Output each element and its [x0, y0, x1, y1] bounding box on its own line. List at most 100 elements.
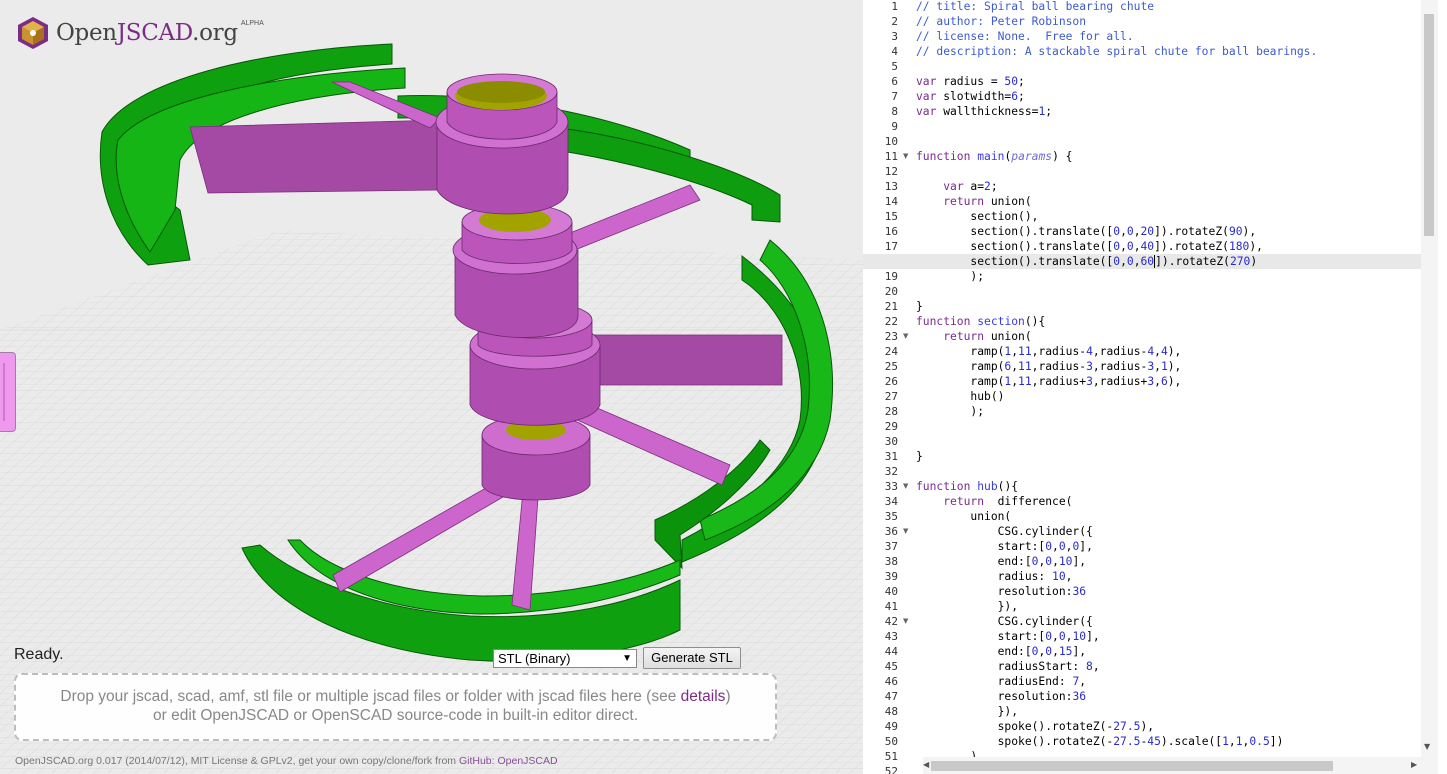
code-line[interactable]: end:[0,0,10], — [916, 554, 1421, 569]
code-line[interactable]: var wallthickness=1; — [916, 104, 1421, 119]
code-line[interactable]: // license: None. Free for all. — [916, 29, 1421, 44]
code-line[interactable]: radius: 10, — [916, 569, 1421, 584]
code-line[interactable] — [916, 164, 1421, 179]
code-line[interactable]: ); — [916, 404, 1421, 419]
code-line[interactable]: return union( — [916, 329, 1421, 344]
code-line[interactable]: section().translate([0,0,60]).rotateZ(27… — [863, 254, 1447, 269]
code-area[interactable]: // title: Spiral ball bearing chute// au… — [863, 0, 1447, 774]
code-editor[interactable]: 1234567891011▼121314151617181920212223▼2… — [863, 0, 1447, 774]
code-line[interactable]: resolution:36 — [916, 584, 1421, 599]
code-line[interactable]: start:[0,0,0], — [916, 539, 1421, 554]
code-line[interactable] — [916, 434, 1421, 449]
line-number: 7 — [891, 90, 898, 103]
code-line[interactable]: ramp(1,11,radius-4,radius-4,4), — [916, 344, 1421, 359]
fold-toggle-icon[interactable]: ▼ — [903, 329, 908, 344]
line-number: 41 — [884, 600, 898, 613]
vertical-scrollbar[interactable]: ▼ — [1421, 0, 1438, 774]
scroll-thumb-horizontal[interactable] — [931, 761, 1333, 771]
line-number: 14 — [884, 195, 898, 208]
code-line[interactable]: // description: A stackable spiral chute… — [916, 44, 1421, 59]
line-number: 24 — [884, 345, 898, 358]
generate-stl-button[interactable]: Generate STL — [643, 647, 741, 669]
line-number: 12 — [884, 165, 898, 178]
code-line[interactable]: ramp(6,11,radius-3,radius-3,1), — [916, 359, 1421, 374]
code-line[interactable]: radiusEnd: 7, — [916, 674, 1421, 689]
fold-toggle-icon[interactable]: ▼ — [903, 614, 908, 629]
line-number: 8 — [891, 105, 898, 118]
line-number: 22 — [884, 315, 898, 328]
status-text: Ready. — [14, 646, 64, 663]
code-line[interactable]: // author: Peter Robinson — [916, 14, 1421, 29]
code-line[interactable]: CSG.cylinder({ — [916, 524, 1421, 539]
line-number: 25 — [884, 360, 898, 373]
code-line[interactable]: hub() — [916, 389, 1421, 404]
code-line[interactable] — [916, 464, 1421, 479]
line-number: 35 — [884, 510, 898, 523]
logo-cube-icon — [18, 17, 48, 49]
line-number: 43 — [884, 630, 898, 643]
code-line[interactable]: end:[0,0,15], — [916, 644, 1421, 659]
fold-toggle-icon[interactable]: ▼ — [903, 479, 908, 494]
3d-viewport[interactable]: OpenJSCAD.org ALPHA Ready. STL (Binary) … — [0, 0, 863, 774]
code-line[interactable]: section().translate([0,0,40]).rotateZ(18… — [916, 239, 1421, 254]
code-line[interactable]: radiusStart: 8, — [916, 659, 1421, 674]
line-number: 40 — [884, 585, 898, 598]
line-number: 20 — [884, 285, 898, 298]
line-number: 51 — [884, 750, 898, 763]
line-number: 31 — [884, 450, 898, 463]
line-number: 9 — [891, 120, 898, 133]
chevron-down-icon: ▼ — [622, 653, 632, 664]
code-line[interactable]: } — [916, 299, 1421, 314]
scroll-left-icon[interactable]: ◀ — [923, 760, 929, 769]
code-line[interactable]: section().translate([0,0,20]).rotateZ(90… — [916, 224, 1421, 239]
line-number: 45 — [884, 660, 898, 673]
github-link[interactable]: GitHub: OpenJSCAD — [459, 755, 558, 767]
horizontal-scrollbar[interactable]: ◀ ▶ — [923, 757, 1421, 774]
code-line[interactable]: return difference( — [916, 494, 1421, 509]
file-dropzone[interactable]: Drop your jscad, scad, amf, stl file or … — [14, 673, 777, 741]
line-number: 3 — [891, 30, 898, 43]
details-link[interactable]: details — [681, 688, 726, 705]
line-number: 38 — [884, 555, 898, 568]
code-line[interactable] — [916, 134, 1421, 149]
scroll-right-icon[interactable]: ▶ — [1411, 760, 1417, 769]
code-line[interactable]: }), — [916, 704, 1421, 719]
code-line[interactable]: section(), — [916, 209, 1421, 224]
line-number: 6 — [891, 75, 898, 88]
brand-name: OpenJSCAD.org — [56, 20, 238, 46]
fold-toggle-icon[interactable]: ▼ — [903, 524, 908, 539]
code-line[interactable] — [916, 119, 1421, 134]
code-line[interactable]: var slotwidth=6; — [916, 89, 1421, 104]
code-line[interactable]: ramp(1,11,radius+3,radius+3,6), — [916, 374, 1421, 389]
fold-toggle-icon[interactable]: ▼ — [903, 149, 908, 164]
code-line[interactable] — [916, 419, 1421, 434]
line-number: 27 — [884, 390, 898, 403]
parameters-side-tab[interactable] — [0, 352, 16, 432]
code-line[interactable]: union( — [916, 509, 1421, 524]
code-line[interactable]: function hub(){ — [916, 479, 1421, 494]
code-line[interactable]: return union( — [916, 194, 1421, 209]
code-line[interactable]: start:[0,0,10], — [916, 629, 1421, 644]
code-line[interactable]: spoke().rotateZ(-27.5-45).scale([1,1,0.5… — [916, 734, 1421, 749]
code-line[interactable]: ); — [916, 269, 1421, 284]
code-line[interactable]: spoke().rotateZ(-27.5), — [916, 719, 1421, 734]
code-line[interactable]: // title: Spiral ball bearing chute — [916, 0, 1421, 14]
code-line[interactable]: CSG.cylinder({ — [916, 614, 1421, 629]
format-select[interactable]: STL (Binary) ▼ — [493, 649, 637, 668]
code-line[interactable]: } — [916, 449, 1421, 464]
code-line[interactable]: resolution:36 — [916, 689, 1421, 704]
line-number: 32 — [884, 465, 898, 478]
code-line[interactable]: var radius = 50; — [916, 74, 1421, 89]
line-number: 52 — [884, 765, 898, 774]
code-line[interactable]: }), — [916, 599, 1421, 614]
openjscad-logo[interactable]: OpenJSCAD.org ALPHA — [16, 16, 264, 50]
code-line[interactable]: var a=2; — [916, 179, 1421, 194]
scroll-down-icon[interactable]: ▼ — [1424, 742, 1430, 751]
scroll-thumb[interactable] — [1424, 14, 1434, 236]
line-number: 48 — [884, 705, 898, 718]
code-line[interactable]: function section(){ — [916, 314, 1421, 329]
code-line[interactable] — [916, 59, 1421, 74]
line-number: 19 — [884, 270, 898, 283]
code-line[interactable] — [916, 284, 1421, 299]
code-line[interactable]: function main(params) { — [916, 149, 1421, 164]
